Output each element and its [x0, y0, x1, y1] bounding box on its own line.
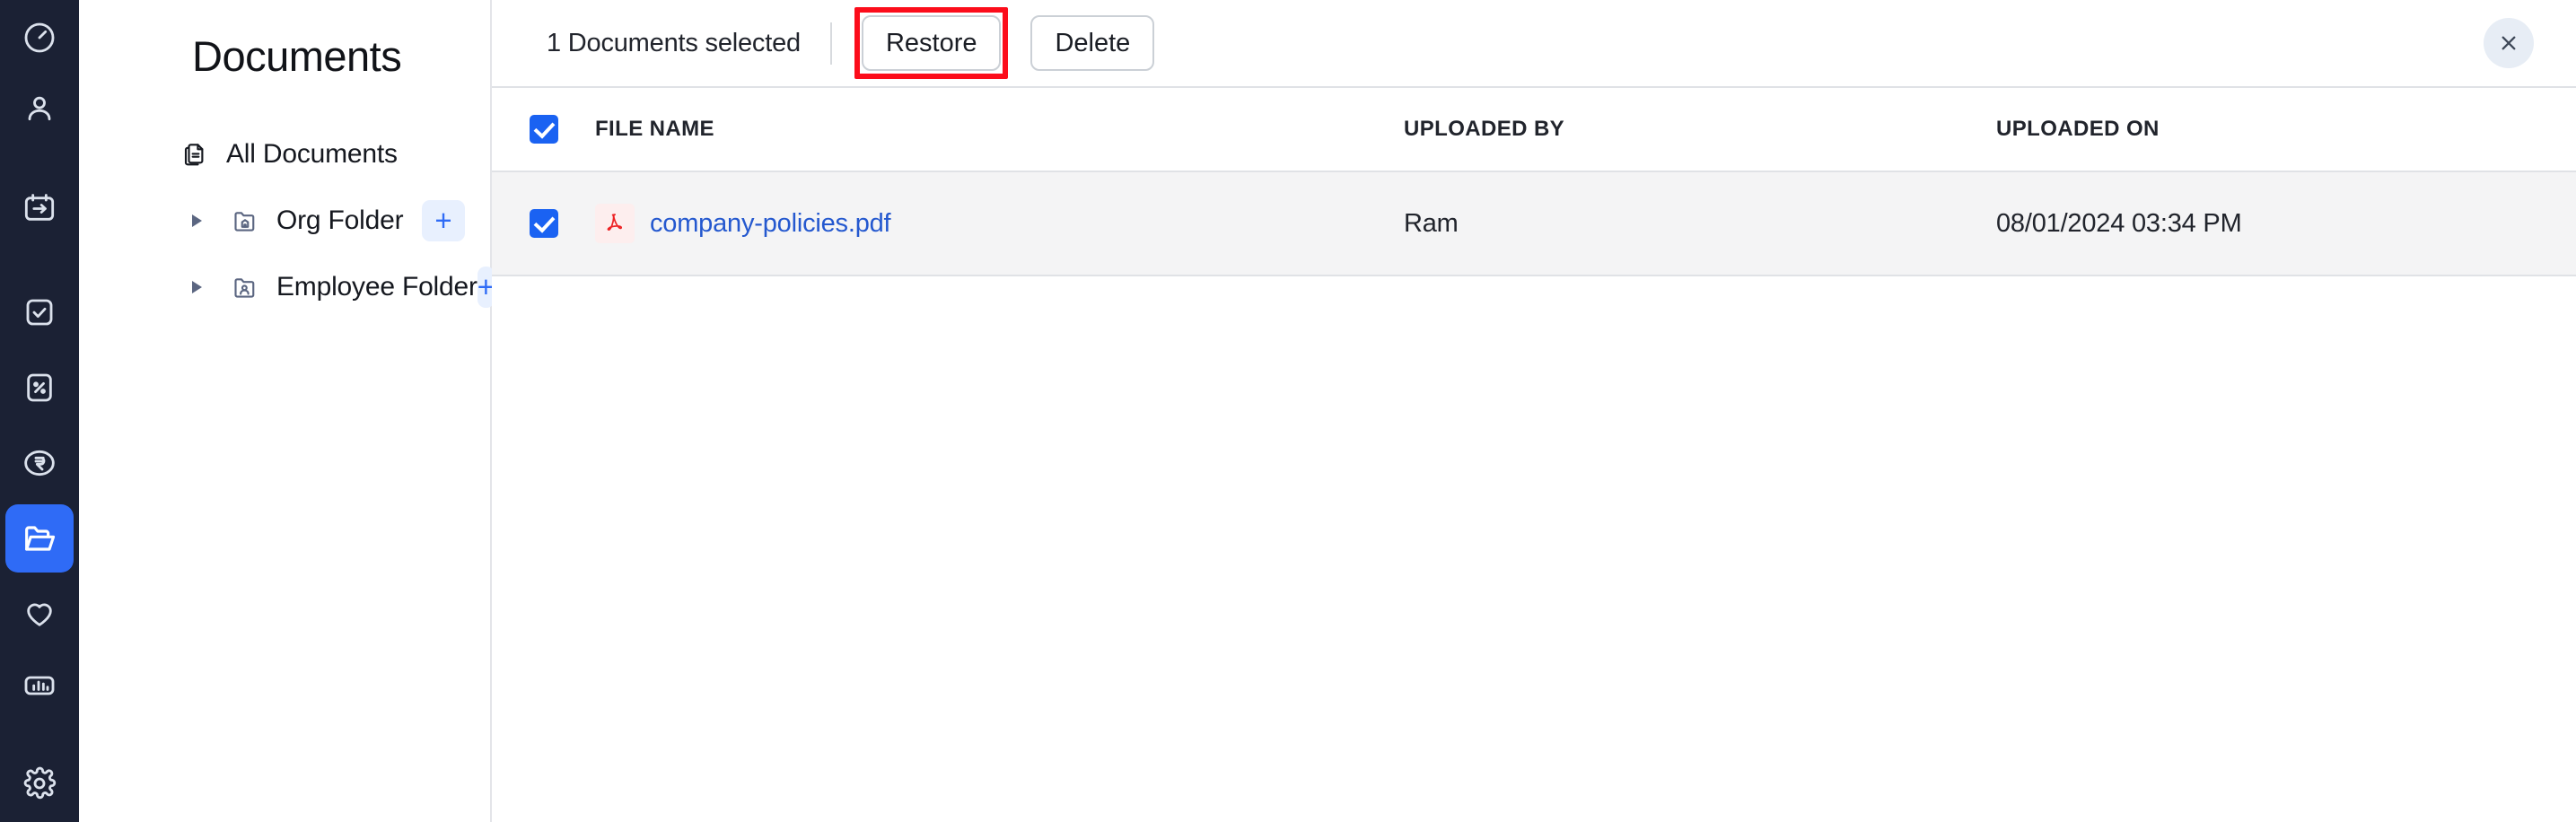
column-header-uploaded-by: UPLOADED BY: [1404, 117, 1996, 142]
table-empty-area: [492, 276, 2576, 716]
rail-item-payroll-tax[interactable]: [5, 354, 74, 422]
chevron-right-icon[interactable]: [192, 214, 202, 227]
employee-folder-icon: [230, 272, 260, 302]
app-icon-rail: [0, 0, 79, 822]
calendar-arrow-icon: [24, 194, 55, 221]
rupee-circle-icon: [24, 450, 55, 477]
sidebar-item-label: Employee Folder: [276, 271, 478, 302]
task-check-icon: [26, 299, 53, 326]
column-label: FILE NAME: [595, 117, 714, 141]
heart-icon: [27, 603, 52, 626]
column-header-uploaded-on: UPLOADED ON: [1996, 117, 2576, 142]
close-button[interactable]: [2484, 18, 2534, 68]
documents-sidebar: Documents All Documents Org Folder + Emp…: [79, 0, 495, 822]
select-all-checkbox[interactable]: [529, 115, 558, 144]
page-title: Documents: [192, 32, 402, 80]
selection-count-label: 1 Documents selected: [547, 28, 801, 57]
chevron-right-icon[interactable]: [192, 280, 202, 293]
dashboard-icon: [24, 22, 55, 53]
rail-item-benefits[interactable]: [5, 580, 74, 648]
delete-button[interactable]: Delete: [1030, 15, 1155, 71]
sidebar-item-employee-folder[interactable]: Employee Folder +: [79, 254, 495, 320]
close-icon: [2502, 36, 2516, 50]
selection-toolbar: 1 Documents selected Restore Delete: [492, 0, 2576, 86]
rail-item-settings[interactable]: [5, 749, 74, 818]
cell-uploaded-on: 08/01/2024 03:34 PM: [1996, 209, 2576, 239]
toolbar-divider: [829, 22, 832, 65]
pdf-icon: [595, 204, 635, 243]
rail-item-tasks[interactable]: [5, 278, 74, 346]
sidebar-nav-list: All Documents Org Folder + Employee Fold…: [79, 121, 495, 320]
cell-uploaded-by: Ram: [1404, 209, 1996, 239]
column-header-file-name: FILE NAME: [595, 117, 1404, 142]
uploaded-by-value: Ram: [1404, 208, 1459, 238]
column-label: UPLOADED ON: [1996, 117, 2160, 141]
folder-open-icon: [25, 526, 56, 551]
bar-chart-icon: [24, 676, 55, 695]
rail-item-leave[interactable]: [5, 174, 74, 242]
percent-doc-icon: [27, 373, 52, 402]
table-header-row: FILE NAME UPLOADED BY UPLOADED ON: [492, 86, 2576, 172]
file-name-link[interactable]: company-policies.pdf: [650, 209, 891, 239]
sidebar-item-org-folder[interactable]: Org Folder +: [79, 188, 490, 254]
documents-page: Documents All Documents Org Folder + Emp…: [0, 0, 2576, 822]
documents-table: FILE NAME UPLOADED BY UPLOADED ON compan…: [492, 86, 2576, 716]
cell-file-name: company-policies.pdf: [595, 204, 1404, 243]
gear-icon: [23, 766, 57, 800]
rail-item-dashboard[interactable]: [5, 4, 74, 72]
org-folder-icon: [230, 206, 260, 236]
row-checkbox[interactable]: [529, 209, 558, 238]
uploaded-on-value: 08/01/2024 03:34 PM: [1996, 208, 2242, 238]
rail-item-reports[interactable]: [5, 651, 74, 720]
sidebar-item-label: All Documents: [226, 138, 398, 169]
select-all-cell: [492, 115, 595, 144]
rail-item-payroll[interactable]: [5, 429, 74, 497]
people-icon: [28, 96, 51, 121]
documents-icon: [180, 139, 210, 170]
table-row[interactable]: company-policies.pdf Ram 08/01/2024 03:3…: [492, 172, 2576, 276]
restore-button[interactable]: Restore: [861, 15, 1002, 71]
rail-item-documents[interactable]: [5, 504, 74, 573]
add-org-folder-button[interactable]: +: [422, 199, 465, 241]
restore-button-highlight: Restore: [854, 7, 1009, 79]
documents-main: 1 Documents selected Restore Delete FILE…: [492, 0, 2576, 822]
sidebar-item-label: Org Folder: [276, 205, 404, 235]
sidebar-item-all-documents[interactable]: All Documents: [79, 121, 490, 188]
row-select-cell: [492, 209, 595, 238]
rail-item-people[interactable]: [5, 74, 74, 143]
column-label: UPLOADED BY: [1404, 117, 1565, 141]
